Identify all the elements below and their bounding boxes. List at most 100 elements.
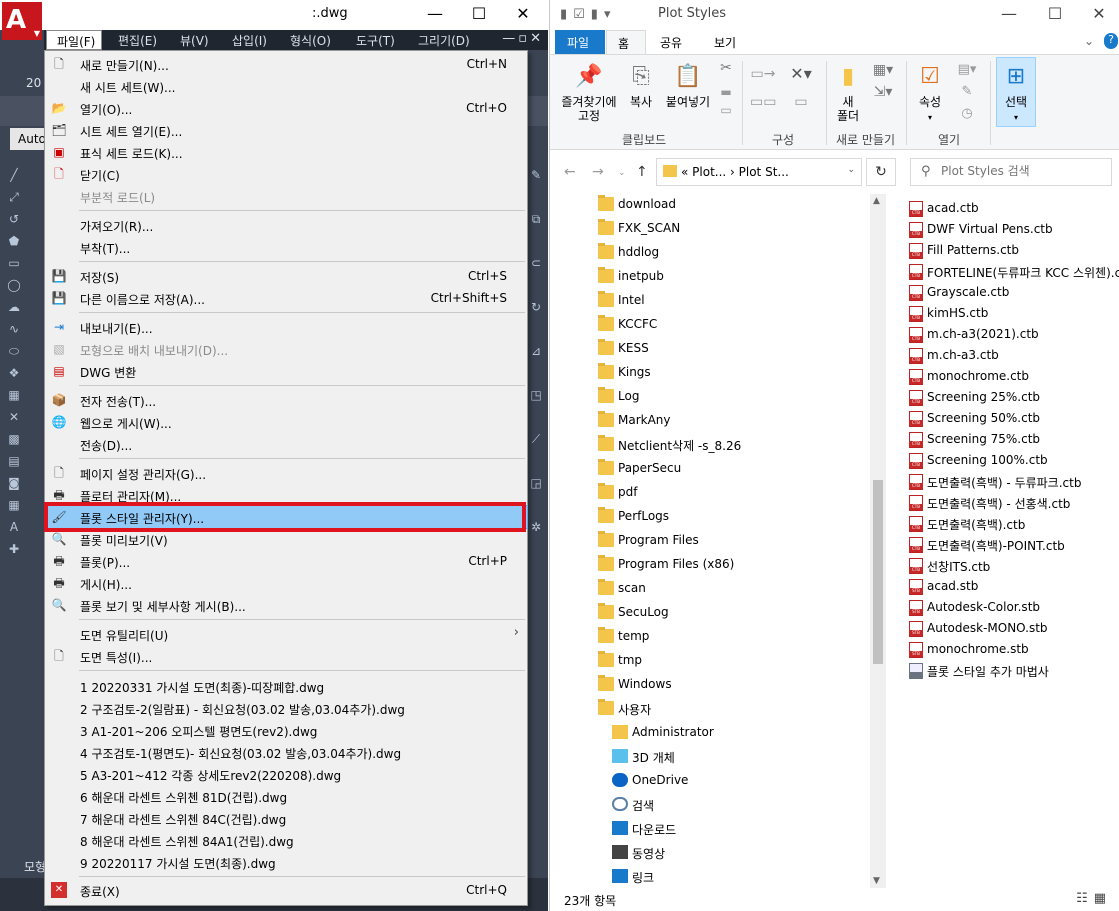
refresh-icon[interactable]: ↻ [866, 158, 896, 186]
select-button-content[interactable]: ⊞ 선택 ▾ [996, 63, 1036, 125]
insert-block-icon[interactable]: ❖ [6, 366, 22, 380]
history-icon[interactable]: ◷ [954, 107, 980, 121]
recent-locations-icon[interactable]: ⌄ [618, 168, 626, 178]
menu-insert[interactable]: 삽입(I) [232, 32, 267, 49]
menu-view[interactable]: 뷰(V) [180, 32, 209, 49]
menu-item-open-sheet-set[interactable]: 🗂 시트 세트 열기(E)... [45, 119, 527, 141]
tab-file[interactable]: 파일 [555, 30, 605, 54]
quick-access-toolbar-icon[interactable]: ▮☑▮▾ [560, 7, 617, 22]
gradient-icon[interactable]: ▤ [6, 454, 22, 468]
tab-share[interactable]: 공유 [660, 34, 682, 51]
maximize-icon[interactable]: ☐ [456, 0, 502, 30]
menu-item-dwg-convert[interactable]: ▤ DWG 변환 [45, 360, 527, 382]
chevron-down-icon[interactable]: ⌄ [847, 165, 855, 175]
close-icon[interactable]: ✕ [500, 0, 546, 30]
menu-item-new-sheet-set[interactable]: 새 시트 세트(W)... [45, 75, 527, 97]
address-bar[interactable]: « Plot... › Plot St... ⌄ [656, 158, 862, 186]
menu-item-plotter-manager[interactable]: 🖶 플로터 관리자(M)... [45, 484, 527, 506]
recent-file-item[interactable]: 7 해운대 라센트 스위첸 84C(건립).dwg [45, 807, 527, 829]
menu-format[interactable]: 형식(O) [290, 32, 331, 49]
menu-item-publish-web[interactable]: 🌐 웹으로 게시(W)... [45, 411, 527, 433]
easy-access-icon[interactable]: ⇲▾ [870, 85, 896, 99]
recent-file-item[interactable]: 2 구조검토-2(일람표) - 회신요청(03.02 발송,03.04추가).d… [45, 697, 527, 719]
move-to-icon[interactable]: ▭→ [750, 67, 776, 81]
menu-item-view-plot-details[interactable]: 🔍 플롯 보기 및 세부사항 게시(B)... [45, 594, 527, 616]
menu-item-attach[interactable]: 부착(T)... [45, 236, 527, 258]
model-tab[interactable]: 모형 [24, 858, 46, 875]
view-toggle-icons[interactable]: ☷▦ [1076, 891, 1112, 906]
add-selected-icon[interactable]: ✚ [6, 542, 22, 556]
copy-icon[interactable]: ⧉ [528, 212, 544, 226]
circle-icon[interactable]: ◯ [6, 278, 22, 292]
copy-to-icon[interactable]: ▭▭ [750, 95, 776, 109]
erase-icon[interactable]: ✎ [528, 168, 544, 182]
menu-item-open[interactable]: 📂 열기(O)... Ctrl+O [45, 97, 527, 119]
menu-item-publish[interactable]: 🖶 게시(H)... [45, 572, 527, 594]
scroll-down-icon[interactable]: ▼ [873, 876, 880, 886]
offset-icon[interactable]: ⊂ [528, 256, 544, 270]
properties-button[interactable]: ☑ 속성 ▾ [912, 63, 948, 125]
maximize-icon[interactable]: ☐ [1032, 0, 1078, 30]
mtext-icon[interactable]: A [6, 520, 22, 534]
menu-item-etransmit[interactable]: 📦 전자 전송(T)... [45, 389, 527, 411]
menu-edit[interactable]: 편집(E) [118, 32, 157, 49]
fillet-icon[interactable]: ◲ [528, 476, 544, 490]
polyline-icon[interactable]: ⤢ [6, 190, 22, 204]
make-block-icon[interactable]: ▦ [6, 388, 22, 402]
pin-quick-access-button[interactable]: 📌 즐겨찾기에 고정 [554, 63, 624, 123]
mdi-window-controls[interactable]: —▫✕ [502, 31, 544, 46]
ribbon-panel-label[interactable]: Auto [10, 128, 48, 150]
menu-item-export[interactable]: ⇥ 내보내기(E)... [45, 316, 527, 338]
mirror-icon[interactable]: ⊿ [528, 344, 544, 358]
copy-path-icon[interactable]: ▬ [716, 85, 736, 99]
cut-icon[interactable]: ✂ [716, 61, 736, 75]
new-folder-button[interactable]: ▮ 새 폴더 [832, 63, 864, 123]
scrollbar-thumb[interactable] [873, 480, 883, 664]
forward-arrow-icon[interactable]: → [592, 164, 604, 180]
address-path[interactable]: « Plot... › Plot St... [681, 165, 789, 179]
spline-icon[interactable]: ∿ [6, 322, 22, 336]
up-arrow-icon[interactable]: ↑ [636, 164, 648, 180]
menu-item-plot[interactable]: 🖶 플롯(P)... Ctrl+P [45, 550, 527, 572]
point-icon[interactable]: ✕ [6, 410, 22, 424]
paste-button[interactable]: 📋 붙여넣기 [660, 63, 716, 109]
menu-item-plot-style-manager[interactable]: 🖌 플롯 스타일 관리자(Y)... [44, 505, 528, 529]
search-box[interactable]: ⚲ [910, 158, 1112, 186]
menu-item-drawing-utilities[interactable]: 도면 유틸리티(U) › [45, 623, 527, 645]
nav-scrollbar[interactable]: ▲ ▼ [870, 194, 886, 888]
polygon-icon[interactable]: ⬟ [6, 234, 22, 248]
menu-item-drawing-properties[interactable]: 🗋 도면 특성(I)... [45, 645, 527, 667]
recent-file-item[interactable]: 4 구조검토-1(평면도)- 회신요청(03.02 발송,03.04추가).dw… [45, 741, 527, 763]
new-item-icon[interactable]: ▦▾ [870, 63, 896, 77]
menu-item-save-as[interactable]: 💾 다른 이름으로 저장(A)... Ctrl+Shift+S [45, 287, 527, 309]
minimize-icon[interactable]: — [412, 0, 458, 30]
explode-icon[interactable]: ✲ [528, 520, 544, 534]
ribbon-collapse-icon[interactable]: ⌄ [1084, 34, 1094, 48]
menu-item-save[interactable]: 💾 저장(S) Ctrl+S [45, 265, 527, 287]
copy-button[interactable]: ⎘ 복사 [626, 63, 656, 109]
menu-item-page-setup[interactable]: 🗋 페이지 설정 관리자(G)... [45, 462, 527, 484]
menu-item-close[interactable]: 🗋 닫기(C) [45, 163, 527, 185]
hatch-icon[interactable]: ▩ [6, 432, 22, 446]
menu-item-plot-preview[interactable]: 🔍 플롯 미리보기(V) [45, 528, 527, 550]
arc-icon[interactable]: ↺ [6, 212, 22, 226]
line-icon[interactable]: ╱ [6, 168, 22, 182]
menu-item-exit[interactable]: ✕ 종료(X) Ctrl+Q [45, 879, 527, 901]
recent-file-item[interactable]: 3 A1-201~206 오피스텔 평면도(rev2).dwg [45, 719, 527, 741]
close-icon[interactable]: ✕ [1076, 0, 1119, 30]
delete-icon[interactable]: ✕▾ [788, 66, 814, 82]
menu-file[interactable]: 파일(F) [46, 30, 102, 50]
edit-icon[interactable]: ✎ [954, 85, 980, 99]
recent-file-item[interactable]: 1 20220331 가시설 도면(최종)-띠장폐합.dwg [45, 675, 527, 697]
rename-icon[interactable]: ▭ [788, 95, 814, 109]
menu-tools[interactable]: 도구(T) [356, 32, 395, 49]
trim-icon[interactable]: ⟋ [528, 432, 544, 446]
recent-file-item[interactable]: 6 해운대 라센트 스위첸 81D(건립).dwg [45, 785, 527, 807]
paste-shortcut-icon[interactable]: ▭ [716, 103, 736, 117]
recent-file-item[interactable]: 8 해운대 라센트 스위첸 84A1(건립).dwg [45, 829, 527, 851]
revcloud-icon[interactable]: ☁ [6, 300, 22, 314]
recent-file-item[interactable]: 9 20220117 가시설 도면(최종).dwg [45, 851, 527, 873]
ellipse-icon[interactable]: ⬭ [6, 344, 22, 358]
search-input[interactable] [941, 164, 1101, 178]
recent-file-item[interactable]: 5 A3-201~412 각종 상세도rev2(220208).dwg [45, 763, 527, 785]
